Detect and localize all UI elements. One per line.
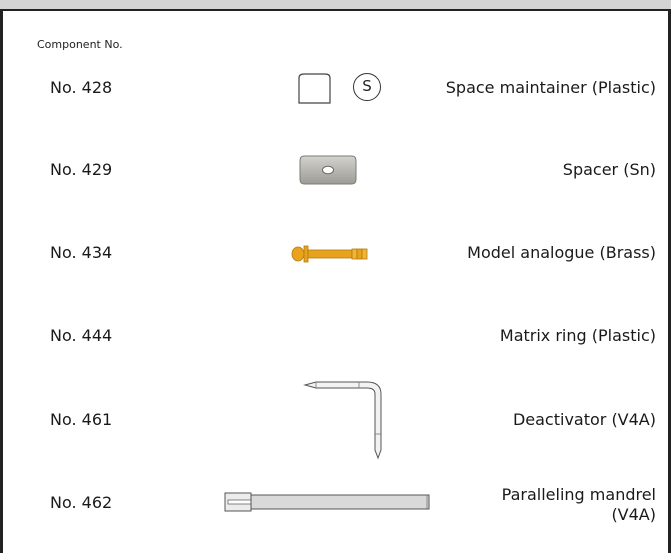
component-description: Spacer (Sn)	[562, 160, 656, 179]
spacer-icon	[299, 155, 357, 185]
deactivator-icon	[303, 381, 382, 460]
component-description: Matrix ring (Plastic)	[499, 326, 656, 345]
space-maintainer-icon	[298, 73, 331, 104]
component-description: Paralleling mandrel (V4A)	[502, 485, 656, 525]
component-number: No. 429	[50, 160, 113, 179]
component-number: No. 461	[50, 410, 113, 429]
paralleling-mandrel-icon	[224, 492, 430, 512]
component-description: Deactivator (V4A)	[512, 410, 656, 429]
description-line: (V4A)	[611, 505, 656, 524]
component-number: No. 444	[50, 326, 113, 345]
component-number: No. 462	[50, 493, 113, 512]
component-number: No. 428	[50, 78, 113, 97]
column-header: Component No.	[37, 38, 123, 51]
description-line: Paralleling mandrel	[501, 485, 656, 504]
component-number: No. 434	[50, 243, 113, 262]
component-description: Space maintainer (Plastic)	[445, 78, 656, 97]
s-badge-icon: S	[353, 73, 381, 101]
model-analogue-icon	[291, 245, 368, 263]
component-description: Model analogue (Brass)	[467, 243, 656, 262]
top-bar	[0, 0, 671, 11]
